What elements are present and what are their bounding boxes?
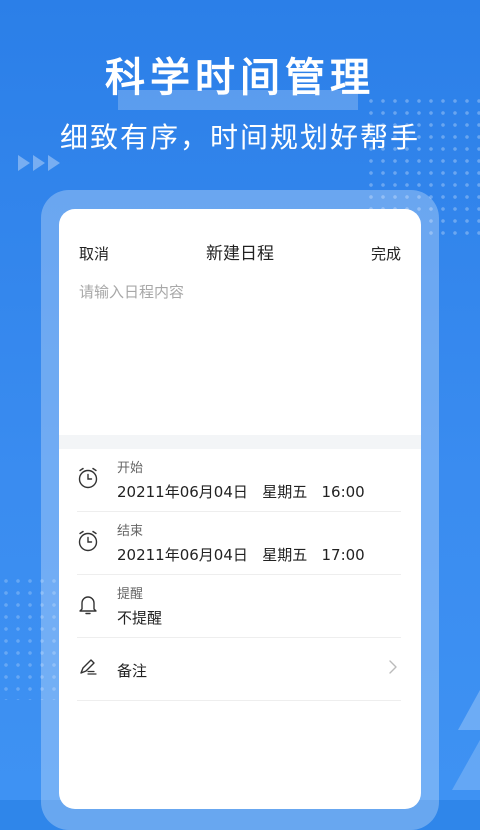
end-value: 20211年06月04日 星期五 17:00: [117, 546, 365, 564]
chevron-right-icon: [389, 660, 397, 674]
end-label: 结束: [117, 524, 144, 539]
new-schedule-card: 取消 新建日程 完成 开始 20211年06月04日 星期五 16:00 结束: [59, 209, 421, 809]
section-divider: [59, 435, 421, 449]
reminder-value: 不提醒: [117, 609, 163, 627]
promo-headline: 科学时间管理: [105, 55, 375, 101]
top-bar: 取消 新建日程 完成: [59, 209, 421, 289]
promo-subline: 细致有序，时间规划好帮手: [59, 121, 420, 154]
clock-icon: [78, 467, 98, 489]
start-value: 20211年06月04日 星期五 16:00: [117, 483, 365, 501]
done-button[interactable]: 完成: [371, 243, 401, 264]
schedule-content-input[interactable]: [79, 281, 399, 421]
pen-icon: [80, 659, 97, 675]
schedule-fields: 开始 20211年06月04日 星期五 16:00 结束 20211年06月04…: [59, 449, 421, 701]
note-row[interactable]: 备注: [77, 638, 401, 701]
cancel-button[interactable]: 取消: [79, 243, 109, 264]
start-time-row[interactable]: 开始 20211年06月04日 星期五 16:00: [77, 449, 401, 512]
reminder-label: 提醒: [117, 587, 144, 602]
clock-icon: [78, 530, 98, 552]
page-title: 新建日程: [206, 244, 274, 264]
reminder-row[interactable]: 提醒 不提醒: [77, 575, 401, 638]
end-time-row[interactable]: 结束 20211年06月04日 星期五 17:00: [77, 512, 401, 575]
start-label: 开始: [117, 461, 144, 476]
triangle-decoration: [452, 690, 480, 790]
promo-headline-block: 科学时间管理: [0, 48, 480, 110]
bell-icon: [79, 596, 97, 615]
note-label: 备注: [117, 662, 148, 680]
